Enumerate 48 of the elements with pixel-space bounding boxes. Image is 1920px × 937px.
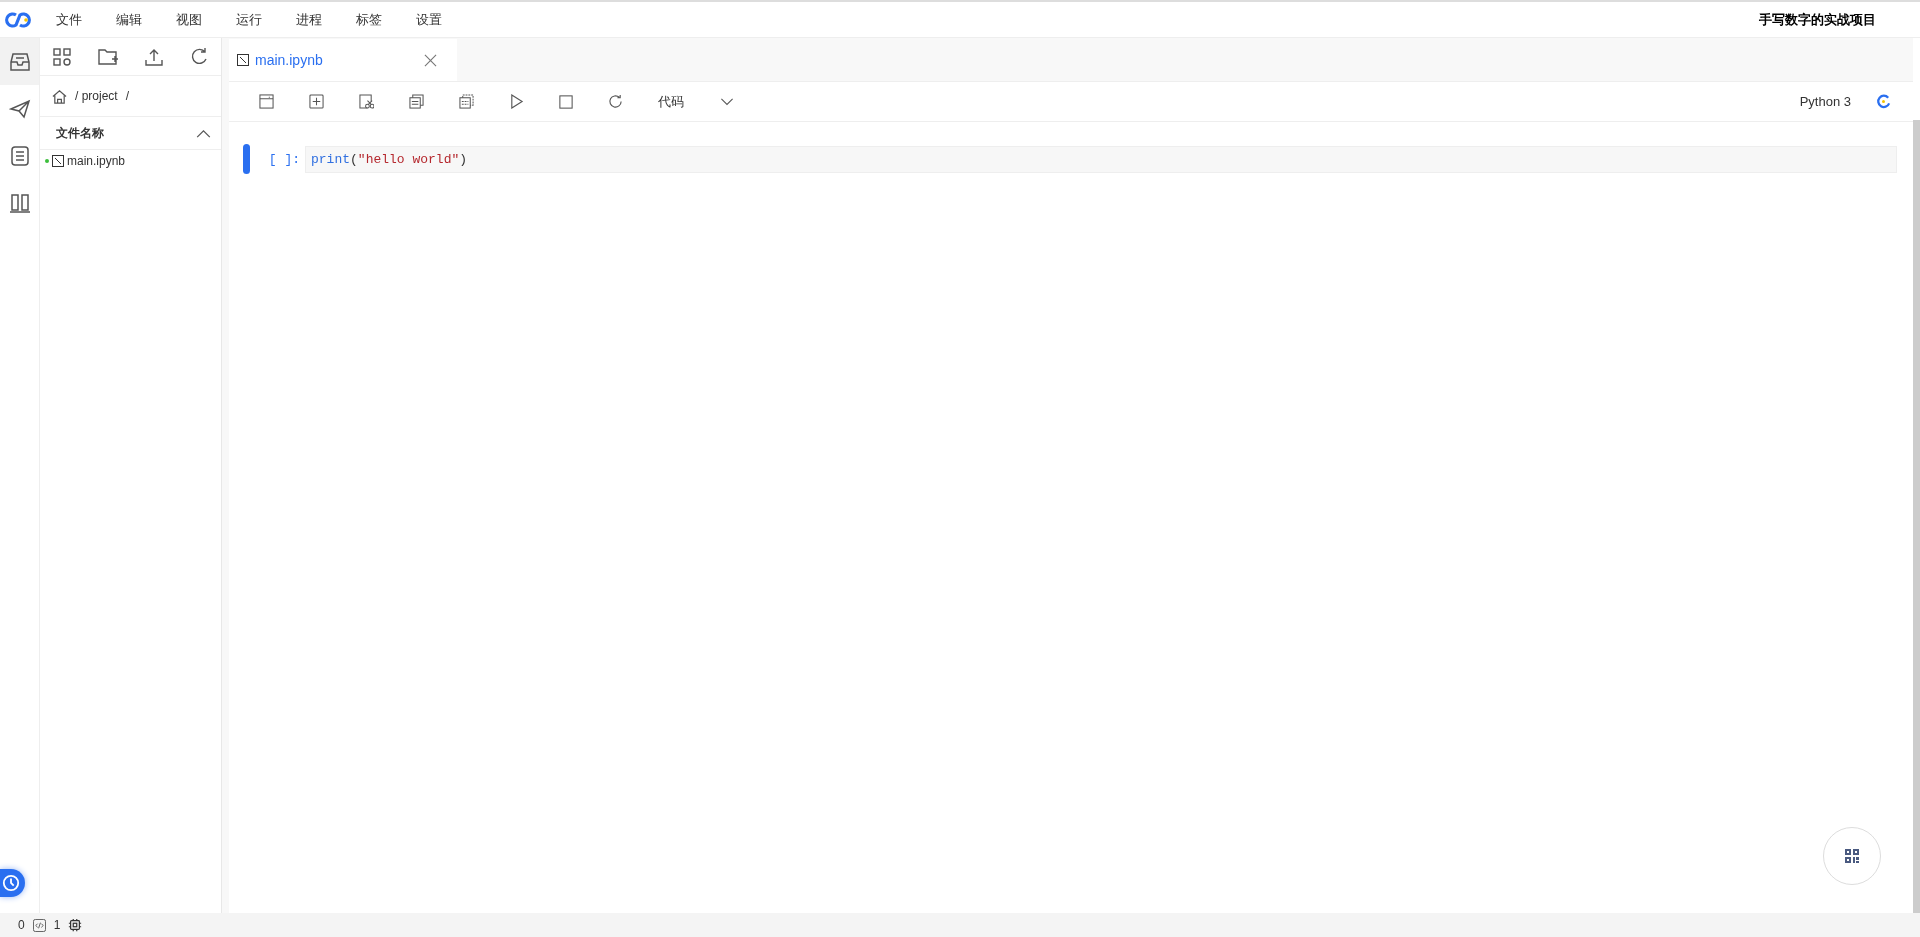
- paper-plane-icon: [8, 97, 31, 120]
- status-count: 0: [18, 918, 25, 932]
- paste-icon[interactable]: [459, 94, 474, 109]
- cell-type-dropdown[interactable]: 代码: [658, 92, 734, 111]
- copy-icon[interactable]: [409, 94, 424, 109]
- qr-code-icon: [1844, 848, 1860, 864]
- scrollbar[interactable]: [1913, 120, 1920, 913]
- menu-item[interactable]: 设置: [416, 10, 442, 29]
- code-icon: [32, 918, 46, 932]
- chevron-up-icon[interactable]: [196, 128, 211, 138]
- code-input[interactable]: print("hello world"): [305, 145, 1897, 173]
- cut-icon[interactable]: [359, 94, 374, 109]
- kernel-status-icon: [1876, 94, 1891, 109]
- file-name[interactable]: main.ipynb: [67, 154, 126, 168]
- menu-item[interactable]: 视图: [176, 10, 202, 29]
- status-count: 1: [53, 918, 61, 932]
- kernel-name[interactable]: Python 3: [1799, 94, 1851, 109]
- run-icon[interactable]: [509, 94, 524, 109]
- clock-icon: [2, 874, 20, 892]
- project-title: 手写数字的实战项目: [1759, 10, 1876, 29]
- notebook-icon: [52, 155, 64, 167]
- cell-prompt: [ ]:: [267, 151, 301, 167]
- grid-icon[interactable]: [52, 46, 73, 67]
- list-icon: [8, 144, 31, 167]
- menu-item[interactable]: 进程: [296, 10, 322, 29]
- chevron-down-icon: [720, 97, 734, 106]
- breadcrumb-link[interactable]: /: [125, 89, 130, 103]
- logo-icon: [4, 9, 32, 30]
- new-folder-icon[interactable]: [97, 46, 120, 67]
- menu-item[interactable]: 文件: [56, 10, 82, 29]
- menu-item[interactable]: 标签: [356, 10, 382, 29]
- home-icon[interactable]: [52, 88, 67, 104]
- menu-item[interactable]: 编辑: [116, 10, 142, 29]
- breadcrumb-link[interactable]: / project: [75, 89, 118, 103]
- history-button[interactable]: [0, 869, 25, 897]
- editor-tab[interactable]: main.ipynb: [229, 39, 457, 81]
- restart-icon[interactable]: [608, 94, 623, 109]
- column-header: 文件名称: [56, 124, 104, 142]
- notebook-icon: [237, 54, 249, 66]
- inbox-icon: [8, 50, 31, 73]
- add-cell-icon[interactable]: [309, 94, 324, 109]
- cpu-icon: [68, 918, 83, 932]
- menu-item[interactable]: 运行: [236, 10, 262, 29]
- columns-icon: [8, 191, 31, 214]
- stop-icon[interactable]: [559, 94, 573, 109]
- save-icon[interactable]: [259, 94, 274, 109]
- sidebar-tab[interactable]: [0, 38, 39, 85]
- close-icon[interactable]: [424, 53, 437, 67]
